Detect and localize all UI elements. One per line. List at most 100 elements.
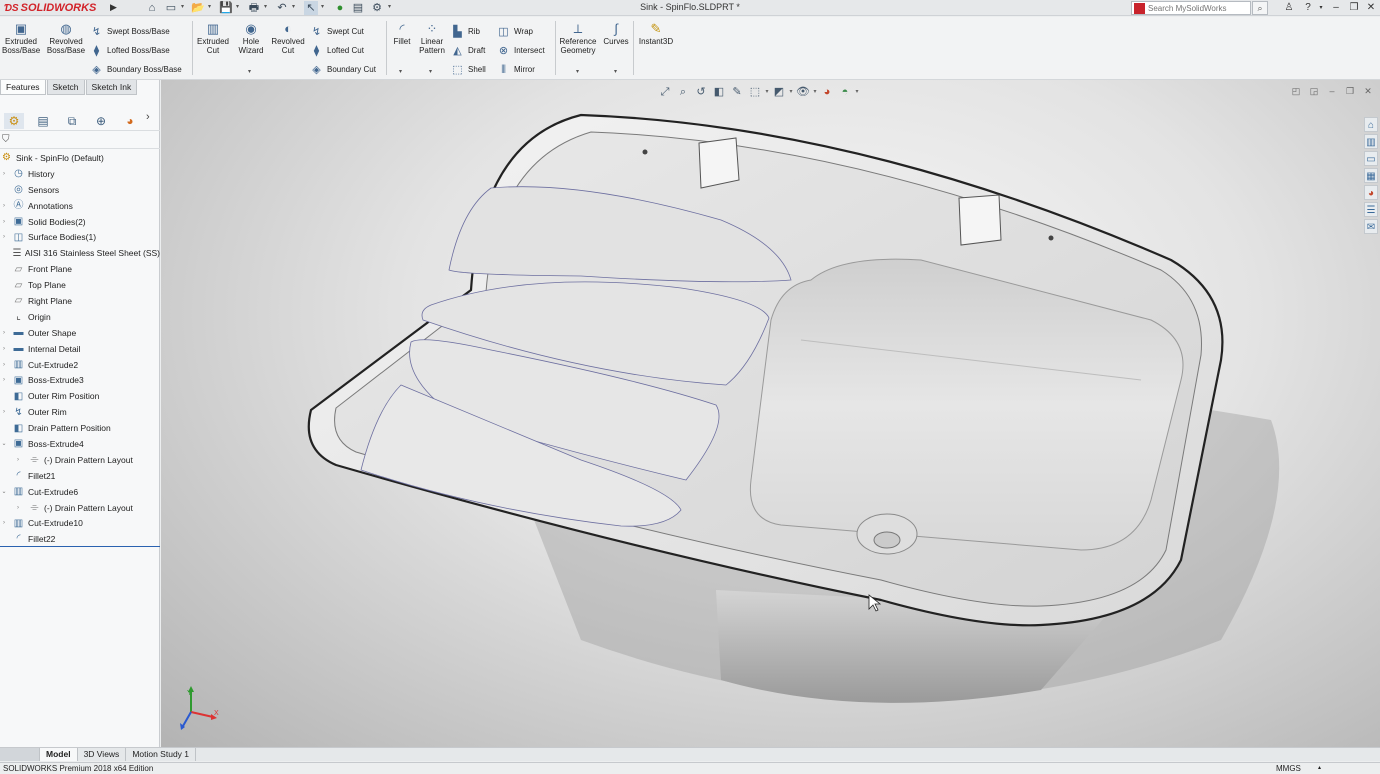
select-dropdown-icon[interactable]: ▾ [321,3,324,10]
draft-button[interactable]: ◭ Draft [451,44,485,57]
edit-appearance-icon[interactable]: ◕ [818,84,836,100]
tree-item-outer-rim[interactable]: › ↯ Outer Rim [0,404,160,420]
reference-geometry-dropdown-icon[interactable]: ▾ [576,68,579,75]
tree-item-drain-pattern-position[interactable]: ◧ Drain Pattern Position [0,420,160,436]
linear-pattern-button[interactable]: ⁘ Linear Pattern [416,22,448,56]
boundary-boss-button[interactable]: ◈ Boundary Boss/Base [90,63,181,76]
revolved-cut-button[interactable]: ◐ Revolved Cut [270,22,306,56]
select-icon[interactable]: ↖ [304,1,318,15]
lofted-boss-button[interactable]: ⧫ Lofted Boss/Base [90,44,170,57]
solidworks-logo[interactable]: ƊS SOLIDWORKS [0,0,110,16]
section-view-icon[interactable]: ◧ [710,84,728,100]
configurationmanager-icon[interactable]: ⧉ [62,113,82,129]
view-palette-icon[interactable]: ▦ [1364,168,1378,183]
print-dropdown-icon[interactable]: ▾ [264,3,267,10]
search-mysolidworks[interactable] [1131,1,1251,15]
menu-expand-icon[interactable]: ▶ [110,2,117,13]
tree-item-annotations[interactable]: › Ⓐ Annotations [0,198,160,214]
expand-icon[interactable]: › [0,346,8,352]
tree-item-drain-pattern-layout[interactable]: › ⌯ (-) Drain Pattern Layout [0,452,160,468]
expand-icon[interactable]: › [0,171,8,177]
tree-item-fillet21[interactable]: ◜ Fillet21 [0,468,160,484]
tree-item-cut-extrude10[interactable]: › ▥ Cut-Extrude10 [0,515,160,531]
tab-sketch-ink[interactable]: Sketch Ink [85,80,138,95]
rib-button[interactable]: ▙ Rib [451,25,480,38]
hole-wizard-dropdown-icon[interactable]: ▾ [248,68,251,75]
tab-model[interactable]: Model [40,748,78,761]
restore-icon[interactable]: ❐ [1346,0,1362,16]
curves-button[interactable]: ∫ Curves [602,22,630,47]
graphics-area[interactable]: ⤢ ⌕ ↺ ◧ ✎ ⬚ ▾ ◩ ▾ 👁 ▾ ◕ ◓ ▾ ◰ ◲ – ❐ ✕ ⌂ … [161,80,1380,747]
zoom-to-area-icon[interactable]: ⌕ [674,84,692,100]
shell-button[interactable]: ⬚ Shell [451,63,486,76]
tab-motion-study-1[interactable]: Motion Study 1 [126,748,197,761]
expand-icon[interactable]: › [14,505,22,511]
rebuild-icon[interactable]: ● [333,1,347,15]
intersect-button[interactable]: ⊗ Intersect [497,44,545,57]
close-icon[interactable]: ✕ [1363,0,1379,16]
expand-icon[interactable]: › [0,330,8,336]
expand-icon[interactable]: › [14,457,22,463]
expand-icon[interactable]: › [0,219,8,225]
link-views-icon[interactable]: ◲ [1305,84,1323,98]
expand-icon[interactable]: › [0,520,8,526]
hole-wizard-button[interactable]: ◉ Hole Wizard [234,22,268,56]
tree-item-origin[interactable]: ⌞ Origin [0,309,160,325]
tree-item-history[interactable]: › ◷ History [0,166,160,182]
tree-item-top-plane[interactable]: ▱ Top Plane [0,277,160,293]
dynamic-annotation-icon[interactable]: ✎ [728,84,746,100]
solidworks-resources-icon[interactable]: ⌂ [1364,117,1378,132]
wrap-button[interactable]: ◫ Wrap [497,25,533,38]
tree-item-boss-extrude3[interactable]: › ▣ Boss-Extrude3 [0,372,160,388]
viewport-restore-icon[interactable]: ❐ [1341,84,1359,98]
tree-item-cut-extrude6[interactable]: ⌄ ▥ Cut-Extrude6 [0,484,160,500]
collapse-icon[interactable]: ⌄ [0,440,8,447]
minimize-icon[interactable]: – [1328,0,1344,16]
swept-cut-button[interactable]: ↯ Swept Cut [310,25,364,38]
user-icon[interactable]: ♙ [1281,0,1297,16]
options-gear-icon[interactable]: ⚙ [370,1,384,15]
revolved-boss-button[interactable]: ◍ Revolved Boss/Base [45,22,87,56]
viewport-minimize-icon[interactable]: – [1323,84,1341,98]
mirror-button[interactable]: ⫴ Mirror [497,63,535,76]
tree-item-root[interactable]: ⚙ Sink - SpinFlo (Default) [0,150,160,166]
tree-item-outer-rim-position[interactable]: ◧ Outer Rim Position [0,388,160,404]
extruded-cut-button[interactable]: ▥ Extruded Cut [194,22,232,56]
tree-item-surface-bodies[interactable]: › ◫ Surface Bodies(1) [0,229,160,245]
tab-sketch[interactable]: Sketch [46,80,85,95]
apply-scene-dropdown-icon[interactable]: ▾ [854,84,860,100]
help-dropdown-icon[interactable]: ▾ [1313,0,1329,16]
fillet-button[interactable]: ◜ Fillet [389,22,415,47]
display-style-icon[interactable]: ◩ [770,84,788,100]
curves-dropdown-icon[interactable]: ▾ [614,68,617,75]
dimxpertmanager-icon[interactable]: ⊕ [91,113,111,129]
previous-view-icon[interactable]: ↺ [692,84,710,100]
unit-system-dropdown-icon[interactable]: ▴ [1318,763,1321,774]
displaymanager-icon[interactable]: ◕ [120,113,140,129]
unit-system[interactable]: MMGS [1276,763,1301,774]
tree-item-solid-bodies[interactable]: › ▣ Solid Bodies(2) [0,214,160,230]
extruded-boss-button[interactable]: ▣ Extruded Boss/Base [2,22,40,56]
expand-icon[interactable]: › [0,377,8,383]
open-dropdown-icon[interactable]: ▾ [208,3,211,10]
open-icon[interactable]: 📂 [191,1,205,15]
tree-item-right-plane[interactable]: ▱ Right Plane [0,293,160,309]
collapse-icon[interactable]: ⌄ [0,488,8,495]
viewport-close-icon[interactable]: ✕ [1359,84,1377,98]
boundary-cut-button[interactable]: ◈ Boundary Cut [310,63,376,76]
split-view-icon[interactable]: ◰ [1287,84,1305,98]
linear-pattern-dropdown-icon[interactable]: ▾ [429,68,432,75]
tab-3d-views[interactable]: 3D Views [78,748,127,761]
print-icon[interactable]: 🖶 [247,1,261,15]
undo-icon[interactable]: ↶ [275,1,289,15]
tree-item-internal-detail[interactable]: › ▬ Internal Detail [0,341,160,357]
custom-properties-icon[interactable]: ☰ [1364,202,1378,217]
file-properties-icon[interactable]: ▤ [351,1,365,15]
tree-item-material[interactable]: ☰ AISI 316 Stainless Steel Sheet (SS) [0,245,160,261]
featuremanager-tree-icon[interactable]: ⚙ [4,112,24,129]
more-managers-icon[interactable]: › [146,111,150,123]
tree-item-boss-extrude4[interactable]: ⌄ ▣ Boss-Extrude4 [0,436,160,452]
undo-dropdown-icon[interactable]: ▾ [292,3,295,10]
home-icon[interactable]: ⌂ [145,1,159,15]
options-dropdown-icon[interactable]: ▾ [388,3,391,10]
